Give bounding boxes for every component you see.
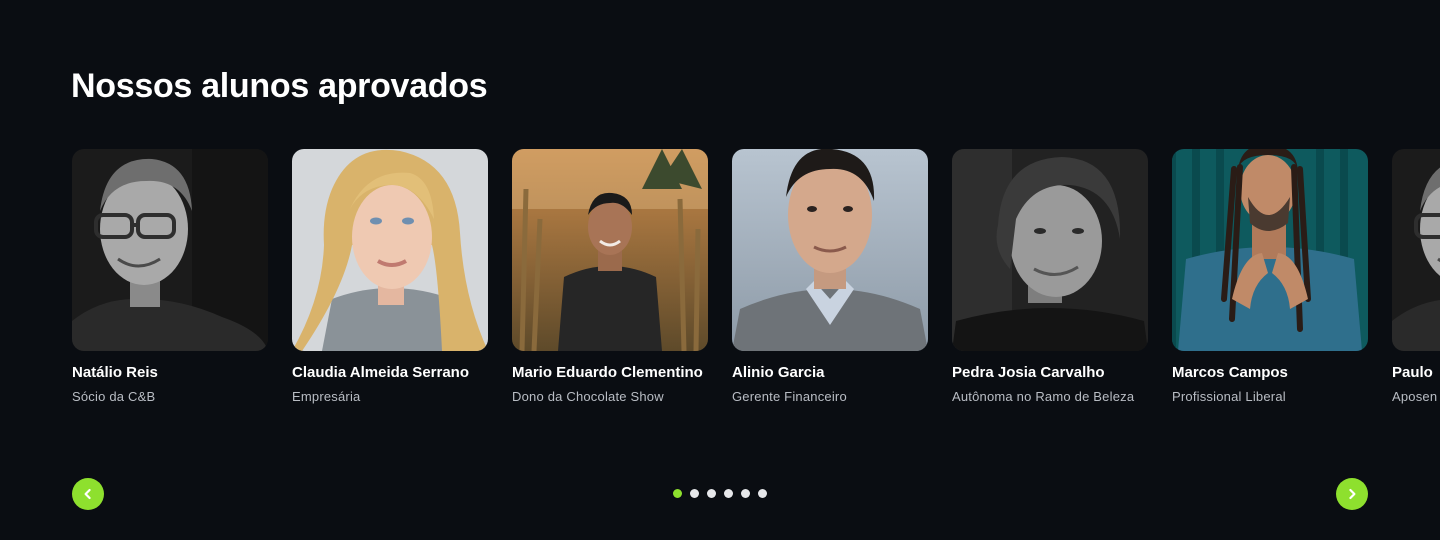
student-card: Claudia Almeida Serrano Empresária	[292, 149, 488, 405]
pagination-dot[interactable]	[741, 489, 750, 498]
student-role: Gerente Financeiro	[732, 389, 847, 404]
student-role: Profissional Liberal	[1172, 389, 1286, 404]
student-photo	[72, 149, 268, 351]
pagination-dot[interactable]	[724, 489, 733, 498]
student-name: Marcos Campos	[1172, 364, 1288, 381]
student-card: Pedra Josia Carvalho Autônoma no Ramo de …	[952, 149, 1148, 405]
carousel-next-button[interactable]	[1336, 478, 1368, 510]
student-card: Marcos Campos Profissional Liberal	[1172, 149, 1368, 405]
student-photo	[512, 149, 708, 351]
chevron-right-icon	[1349, 488, 1356, 500]
pagination-dot[interactable]	[690, 489, 699, 498]
student-card: Alinio Garcia Gerente Financeiro	[732, 149, 928, 405]
student-card: Paulo Aposen	[1392, 149, 1440, 405]
pagination-dot[interactable]	[758, 489, 767, 498]
student-role: Aposen	[1392, 389, 1438, 404]
student-role: Empresária	[292, 389, 361, 404]
students-carousel[interactable]: Natálio Reis Sócio da C&B Claudia Almeida …	[72, 149, 1440, 449]
student-name: Pedra Josia Carvalho	[952, 364, 1105, 381]
student-name: Paulo	[1392, 364, 1433, 381]
student-photo	[732, 149, 928, 351]
carousel-track: Natálio Reis Sócio da C&B Claudia Almeida …	[72, 149, 1440, 449]
student-name: Alinio Garcia	[732, 364, 825, 381]
student-photo	[292, 149, 488, 351]
student-card: Natálio Reis Sócio da C&B	[72, 149, 268, 405]
student-name: Mario Eduardo Clementino	[512, 364, 703, 381]
pagination-dot[interactable]	[673, 489, 682, 498]
student-photo	[1172, 149, 1368, 351]
student-photo	[952, 149, 1148, 351]
carousel-prev-button[interactable]	[72, 478, 104, 510]
pagination-dot[interactable]	[707, 489, 716, 498]
student-role: Dono da Chocolate Show	[512, 389, 664, 404]
student-photo	[1392, 149, 1440, 351]
carousel-pagination	[673, 489, 767, 498]
chevron-left-icon	[84, 488, 91, 500]
student-name: Natálio Reis	[72, 364, 158, 381]
student-role: Sócio da C&B	[72, 389, 156, 404]
section-title: Nossos alunos aprovados	[71, 67, 488, 105]
student-card: Mario Eduardo Clementino Dono da Chocolat…	[512, 149, 708, 405]
student-role: Autônoma no Ramo de Beleza	[952, 389, 1135, 404]
student-name: Claudia Almeida Serrano	[292, 364, 469, 381]
